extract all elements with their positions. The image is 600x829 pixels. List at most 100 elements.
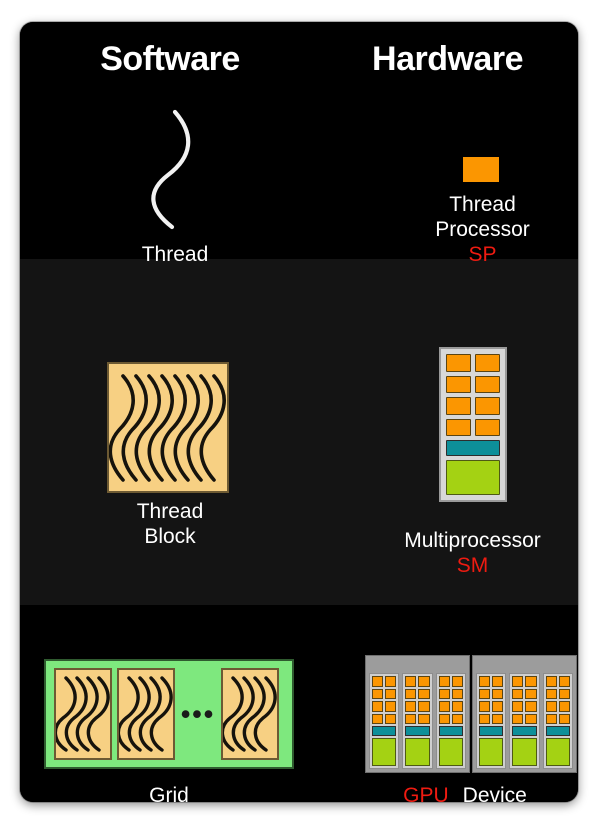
gpu-sp-cell — [512, 701, 524, 712]
column-header-hardware: Hardware — [372, 40, 523, 78]
gpu-sp-cell — [525, 676, 537, 687]
gpu-sp-cell — [438, 688, 450, 699]
gpu-shared-memory-bar — [405, 726, 430, 736]
gpu-sp-cell — [545, 688, 557, 699]
gpu-sp-cell — [492, 688, 504, 699]
gpu-sp-grid — [512, 676, 537, 724]
gpu-sp-cell — [512, 688, 524, 699]
gpu-multiprocessor — [369, 673, 400, 769]
label-grid: Grid — [84, 783, 254, 802]
label-gpu-device: GPU Device — [350, 783, 578, 802]
label-multiprocessor: Multiprocessor SM — [365, 528, 578, 578]
gpu-sp-cell — [492, 701, 504, 712]
gpu-sp-cell — [438, 713, 450, 724]
label-thread: Thread — [90, 242, 260, 267]
gpu-sp-cell — [418, 701, 430, 712]
sm-sp-cell — [446, 418, 471, 436]
gpu-register-file-block — [545, 738, 570, 766]
sm-sp-grid — [446, 354, 500, 436]
gpu-sp-cell — [492, 713, 504, 724]
gpu-multiprocessor — [435, 673, 466, 769]
gpu-multiprocessor — [476, 673, 507, 769]
gpu-sp-cell — [512, 676, 524, 687]
column-header-software: Software — [100, 40, 240, 78]
gpu-sp-cell — [438, 676, 450, 687]
gpu-sp-cell — [405, 688, 417, 699]
gpu-sp-cell — [405, 701, 417, 712]
gpu-sp-cell — [385, 701, 397, 712]
gpu-register-file-block — [512, 738, 537, 766]
thread-squiggle-icon — [120, 107, 230, 232]
label-thread-block-line2: Block — [144, 525, 196, 548]
gpu-sp-grid — [438, 676, 463, 724]
gpu-multiprocessor — [509, 673, 540, 769]
gpu-sp-grid — [479, 676, 504, 724]
gpu-sp-cell — [479, 701, 491, 712]
gpu-sp-cell — [438, 701, 450, 712]
gpu-sp-cell — [405, 676, 417, 687]
gpu-sp-cell — [479, 713, 491, 724]
gpu-sp-cell — [479, 688, 491, 699]
thread-block-icon — [107, 362, 229, 493]
label-thread-processor: Thread Processor SP — [390, 192, 575, 267]
label-multiprocessor-text: Multiprocessor — [404, 529, 541, 552]
gpu-sp-cell — [451, 701, 463, 712]
diagram-root: Software Hardware Thread Thread Processo… — [0, 0, 600, 829]
gpu-sp-cell — [372, 676, 384, 687]
gpu-sp-cell — [418, 688, 430, 699]
gpu-shared-memory-bar — [545, 726, 570, 736]
grid-thread-block — [117, 668, 176, 760]
label-thread-block: Thread Block — [85, 499, 255, 549]
grid-thread-block — [54, 668, 112, 760]
gpu-register-file-block — [405, 738, 430, 766]
label-grid-text: Grid — [149, 784, 189, 802]
gpu-sp-cell — [525, 713, 537, 724]
sm-sp-cell — [446, 354, 471, 372]
sm-sp-cell — [475, 375, 500, 393]
gpu-sp-cell — [451, 688, 463, 699]
gpu-sp-cell — [418, 676, 430, 687]
gpu-sp-cell — [545, 676, 557, 687]
sm-register-file-block — [446, 460, 500, 495]
gpu-sp-cell — [451, 713, 463, 724]
gpu-sp-cell — [558, 701, 570, 712]
gpu-register-file-block — [372, 738, 397, 766]
gpu-sp-cell — [418, 713, 430, 724]
label-sp-abbreviation: SP — [468, 243, 497, 266]
gpu-sp-cell — [492, 676, 504, 687]
gpu-sp-cell — [512, 713, 524, 724]
gpu-sp-cell — [372, 713, 384, 724]
gpu-sp-cell — [385, 713, 397, 724]
gpu-sp-cell — [558, 713, 570, 724]
gpu-sp-cell — [545, 701, 557, 712]
gpu-multiprocessor — [542, 673, 573, 769]
gpu-device-icon — [365, 655, 577, 773]
gpu-register-file-block — [479, 738, 504, 766]
gpu-sp-cell — [525, 701, 537, 712]
label-gpu-abbreviation: GPU — [403, 784, 449, 802]
grid-thread-block — [220, 668, 279, 760]
gpu-multiprocessor — [402, 673, 433, 769]
gpu-sp-cell — [385, 688, 397, 699]
gpu-panel — [365, 655, 470, 773]
label-thread-processor-line2: Processor — [435, 218, 530, 241]
diagram-card: Software Hardware Thread Thread Processo… — [20, 22, 578, 802]
label-device-text: Device — [462, 784, 527, 802]
gpu-shared-memory-bar — [479, 726, 504, 736]
sm-shared-memory-bar — [446, 440, 500, 456]
label-sm-abbreviation: SM — [456, 554, 489, 577]
gpu-sp-grid — [372, 676, 397, 724]
gpu-sp-cell — [385, 676, 397, 687]
multiprocessor-icon — [439, 347, 507, 502]
gpu-shared-memory-bar — [512, 726, 537, 736]
gpu-panel — [472, 655, 577, 773]
gpu-shared-memory-bar — [372, 726, 397, 736]
grid-icon: ••• — [44, 659, 294, 769]
gpu-sp-cell — [451, 676, 463, 687]
gpu-sp-cell — [558, 676, 570, 687]
sm-sp-cell — [475, 418, 500, 436]
gpu-sp-cell — [525, 688, 537, 699]
sm-sp-cell — [475, 397, 500, 415]
gpu-sp-cell — [479, 676, 491, 687]
label-thread-processor-line1: Thread — [449, 193, 516, 216]
